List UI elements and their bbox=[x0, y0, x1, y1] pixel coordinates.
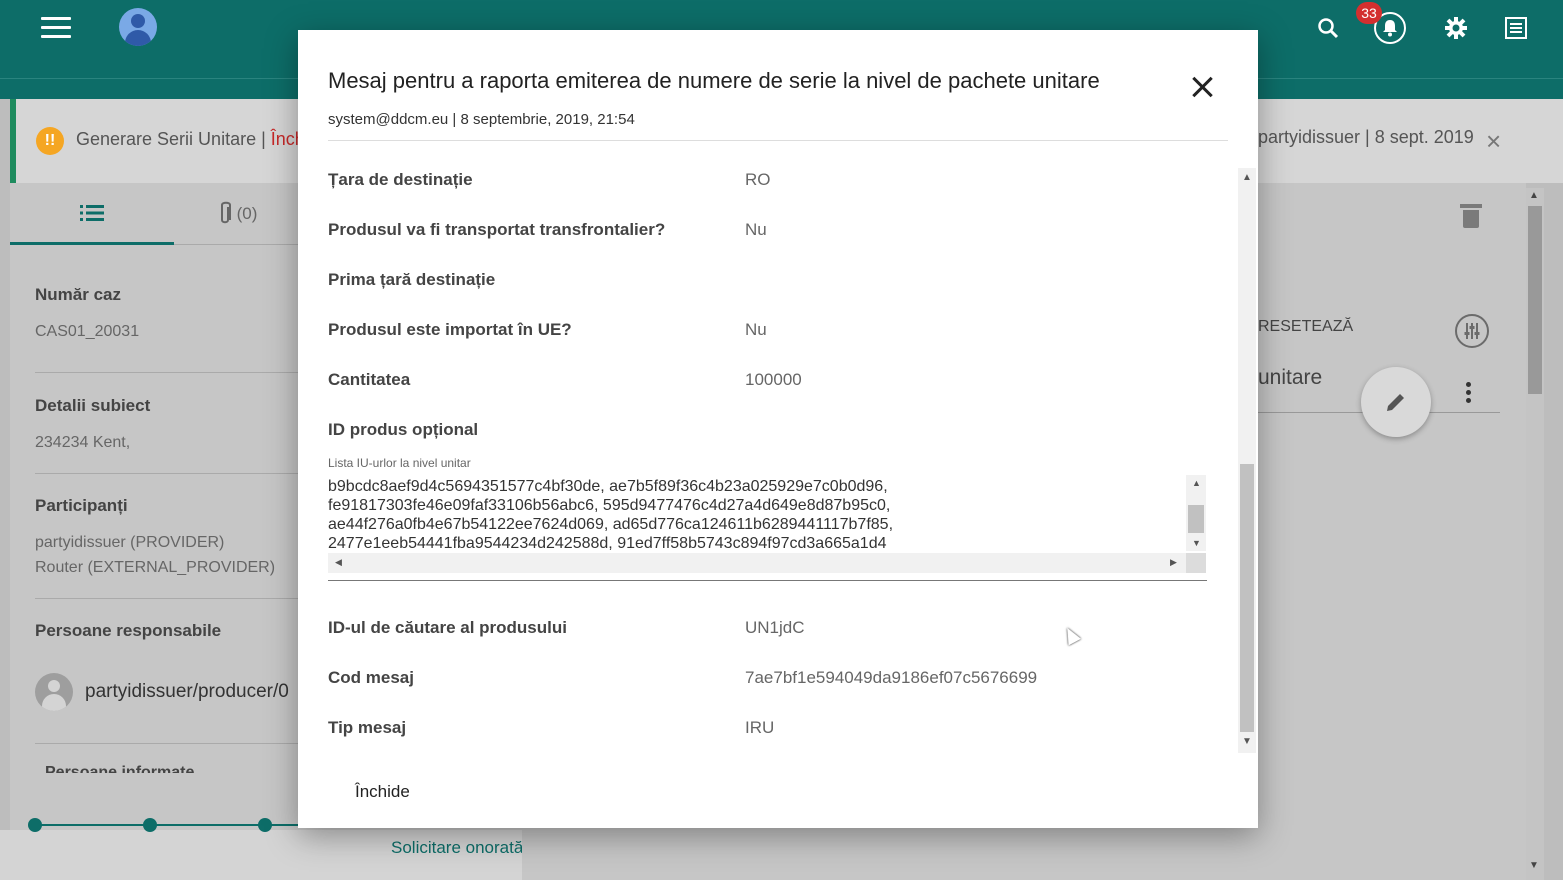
dialog-meta: system@ddcm.eu | 8 septembrie, 2019, 21:… bbox=[328, 111, 635, 128]
dialog-title: Mesaj pentru a raporta emiterea de numer… bbox=[328, 68, 1100, 93]
divider bbox=[35, 598, 300, 599]
field-label: Prima țară destinație bbox=[328, 270, 496, 289]
field-label: ID produs opțional bbox=[328, 420, 479, 439]
case-number-label: Număr caz bbox=[35, 285, 121, 304]
more-options-icon[interactable] bbox=[1466, 382, 1471, 406]
tab-attachments[interactable]: (0) bbox=[174, 183, 300, 245]
pencil-icon bbox=[1387, 394, 1404, 411]
iu-list-value[interactable]: b9bcdc8aef9d4c5694351577c4bf30de, ae7b5f… bbox=[328, 477, 1184, 553]
notification-badge: 33 bbox=[1356, 2, 1382, 24]
workflow-step[interactable] bbox=[28, 818, 42, 832]
case-owner-date: partyidissuer | 8 sept. 2019 bbox=[1258, 127, 1474, 147]
informed-label: Persoane informate bbox=[45, 764, 195, 773]
close-icon[interactable] bbox=[1189, 74, 1217, 102]
case-number-section: Număr caz CAS01_20031 bbox=[35, 285, 139, 344]
menu-icon[interactable] bbox=[41, 17, 71, 39]
textarea-horizontal-scrollbar[interactable]: ◀ ▶ bbox=[328, 553, 1186, 573]
field-value: 100000 bbox=[745, 370, 802, 389]
divider bbox=[35, 372, 300, 373]
field-row: Produsul va fi transportat transfrontali… bbox=[328, 220, 1208, 250]
field-label: Țara de destinație bbox=[328, 170, 473, 189]
warning-icon: !! bbox=[36, 127, 64, 155]
subject-value: 234234 Kent, bbox=[35, 434, 131, 451]
textarea-resize-corner bbox=[1186, 553, 1206, 573]
edit-button[interactable] bbox=[1361, 367, 1431, 437]
field-label: ID-ul de căutare al produsului bbox=[328, 618, 567, 637]
case-title: Generare Serii Unitare | Închis bbox=[76, 129, 318, 149]
page-scrollbar[interactable]: ▲ ▼ bbox=[1526, 188, 1544, 880]
field-value: IRU bbox=[745, 718, 775, 737]
participant-item: Router (EXTERNAL_PROVIDER) bbox=[35, 559, 276, 576]
field-label: Produsul este importat în UE? bbox=[328, 320, 572, 339]
workflow-step[interactable] bbox=[258, 818, 272, 832]
field-row: Cod mesaj 7ae7bf1e594049da9186ef07c56766… bbox=[328, 668, 1208, 698]
details-tabs: (0) bbox=[10, 183, 300, 245]
reset-button[interactable]: RESETEAZĂ bbox=[1258, 318, 1353, 336]
section-title: unitare bbox=[1258, 366, 1323, 389]
close-icon[interactable]: × bbox=[1486, 126, 1501, 157]
field-label: Tip mesaj bbox=[328, 718, 407, 737]
paperclip-icon bbox=[220, 201, 231, 224]
tab-details[interactable] bbox=[10, 183, 174, 245]
close-dialog-button[interactable]: Închide bbox=[343, 778, 422, 806]
case-details-panel: (0) Număr caz CAS01_20031 Detalii subiec… bbox=[10, 183, 300, 773]
field-value: Nu bbox=[745, 320, 767, 339]
field-row: Țara de destinație RO bbox=[328, 170, 1208, 200]
field-row: Produsul este importat în UE? Nu bbox=[328, 320, 1208, 350]
field-label: Cod mesaj bbox=[328, 668, 414, 687]
dialog-scrollbar[interactable]: ▲ ▼ bbox=[1238, 168, 1256, 753]
case-number-value: CAS01_20031 bbox=[35, 323, 140, 340]
divider bbox=[35, 743, 300, 744]
field-row: ID produs opțional bbox=[328, 420, 1208, 450]
participants-label: Participanți bbox=[35, 496, 128, 515]
attachments-count: (0) bbox=[236, 204, 258, 223]
responsible-label: Persoane responsabile bbox=[35, 621, 222, 640]
list-icon bbox=[80, 204, 104, 221]
list-icon[interactable] bbox=[1500, 12, 1532, 44]
responsible-name: partyidissuer/producer/0 bbox=[85, 681, 289, 702]
participant-item: partyidissuer (PROVIDER) bbox=[35, 534, 225, 551]
field-label: Cantitatea bbox=[328, 370, 411, 389]
subject-label: Detalii subiect bbox=[35, 396, 151, 415]
user-avatar-icon[interactable] bbox=[119, 8, 157, 46]
message-dialog: Mesaj pentru a raporta emiterea de numer… bbox=[298, 30, 1258, 828]
dialog-divider bbox=[328, 140, 1228, 141]
dialog-body: Țara de destinație RO Produsul va fi tra… bbox=[328, 167, 1208, 753]
filter-settings-icon[interactable] bbox=[1455, 314, 1489, 348]
textarea-vertical-scrollbar[interactable]: ▲ ▼ bbox=[1186, 475, 1206, 551]
field-row: Cantitatea 100000 bbox=[328, 370, 1208, 400]
trash-icon[interactable] bbox=[1460, 202, 1482, 228]
avatar bbox=[35, 673, 73, 711]
responsible-section: Persoane responsabile bbox=[35, 621, 221, 655]
gear-icon[interactable] bbox=[1440, 12, 1472, 44]
iu-list-textarea[interactable]: b9bcdc8aef9d4c5694351577c4bf30de, ae7b5f… bbox=[328, 475, 1207, 581]
subject-section: Detalii subiect 234234 Kent, bbox=[35, 396, 150, 455]
field-value: RO bbox=[745, 170, 771, 189]
workflow-step[interactable] bbox=[143, 818, 157, 832]
right-panel bbox=[1258, 183, 1526, 773]
field-value: Nu bbox=[745, 220, 767, 239]
field-value: UN1jdC bbox=[745, 618, 805, 637]
divider bbox=[35, 473, 300, 474]
workflow-step-label: Solicitare onorată bbox=[391, 838, 522, 857]
field-value: 7ae7bf1e594049da9186ef07c5676699 bbox=[745, 668, 1038, 687]
field-label: Produsul va fi transportat transfrontali… bbox=[328, 220, 666, 239]
field-row: Prima țară destinație bbox=[328, 270, 1208, 300]
field-row: Tip mesaj IRU bbox=[328, 718, 1208, 748]
participants-section: Participanți partyidissuer (PROVIDER) Ro… bbox=[35, 496, 275, 580]
iu-list-label: Lista IU-urlor la nivel unitar bbox=[328, 456, 471, 470]
search-icon[interactable] bbox=[1312, 12, 1344, 44]
